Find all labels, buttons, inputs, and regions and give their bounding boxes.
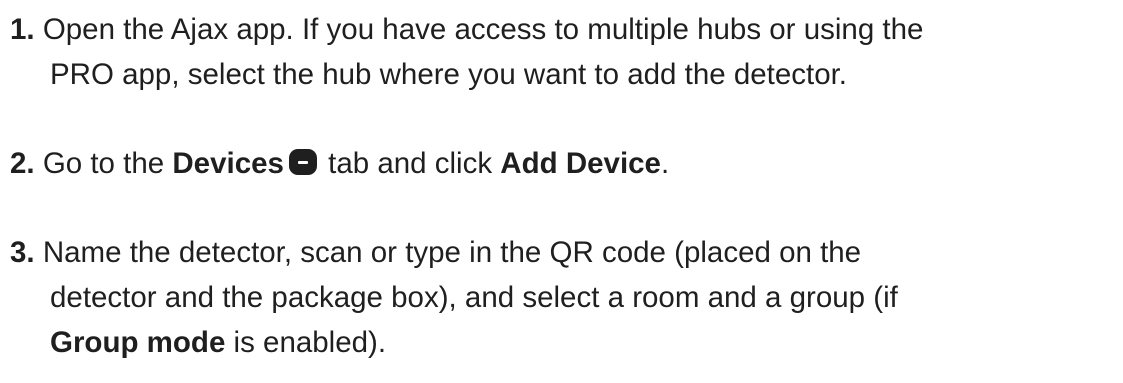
step-3-text-line-3-end: is enabled).	[225, 326, 387, 359]
step-1: 1. Open the Ajax app. If you have access…	[10, 7, 1120, 97]
step-2-text-pre: Go to the	[42, 147, 173, 180]
devices-tab-label: Devices	[172, 147, 284, 180]
step-3-line-3: Group mode is enabled).	[10, 320, 1120, 365]
step-1-line-2: PRO app, select the hub where you want t…	[50, 58, 848, 91]
add-device-label: Add Device	[500, 147, 661, 180]
step-3-line-2: detector and the package box), and selec…	[50, 281, 898, 314]
step-number: 1.	[10, 13, 35, 46]
step-number: 2.	[10, 147, 35, 180]
step-1-text-line-1: Open the Ajax app. If you have access to…	[42, 13, 924, 46]
step-3: 3. Name the detector, scan or type in th…	[10, 230, 1120, 365]
step-3-text-line-1: Name the detector, scan or type in the Q…	[42, 236, 862, 269]
step-number: 3.	[10, 236, 35, 269]
step-2-line-1: 2. Go to the Devices tab and click Add D…	[10, 141, 1120, 186]
step-2-text-end: .	[660, 147, 670, 180]
step-2: 2. Go to the Devices tab and click Add D…	[10, 141, 1120, 186]
group-mode-label: Group mode	[50, 326, 226, 359]
step-2-text-mid: tab and click	[319, 147, 501, 180]
step-3-line-1: 3. Name the detector, scan or type in th…	[10, 230, 1120, 275]
devices-tab-icon	[288, 149, 317, 175]
step-1-line-1: 1. Open the Ajax app. If you have access…	[10, 7, 1120, 52]
